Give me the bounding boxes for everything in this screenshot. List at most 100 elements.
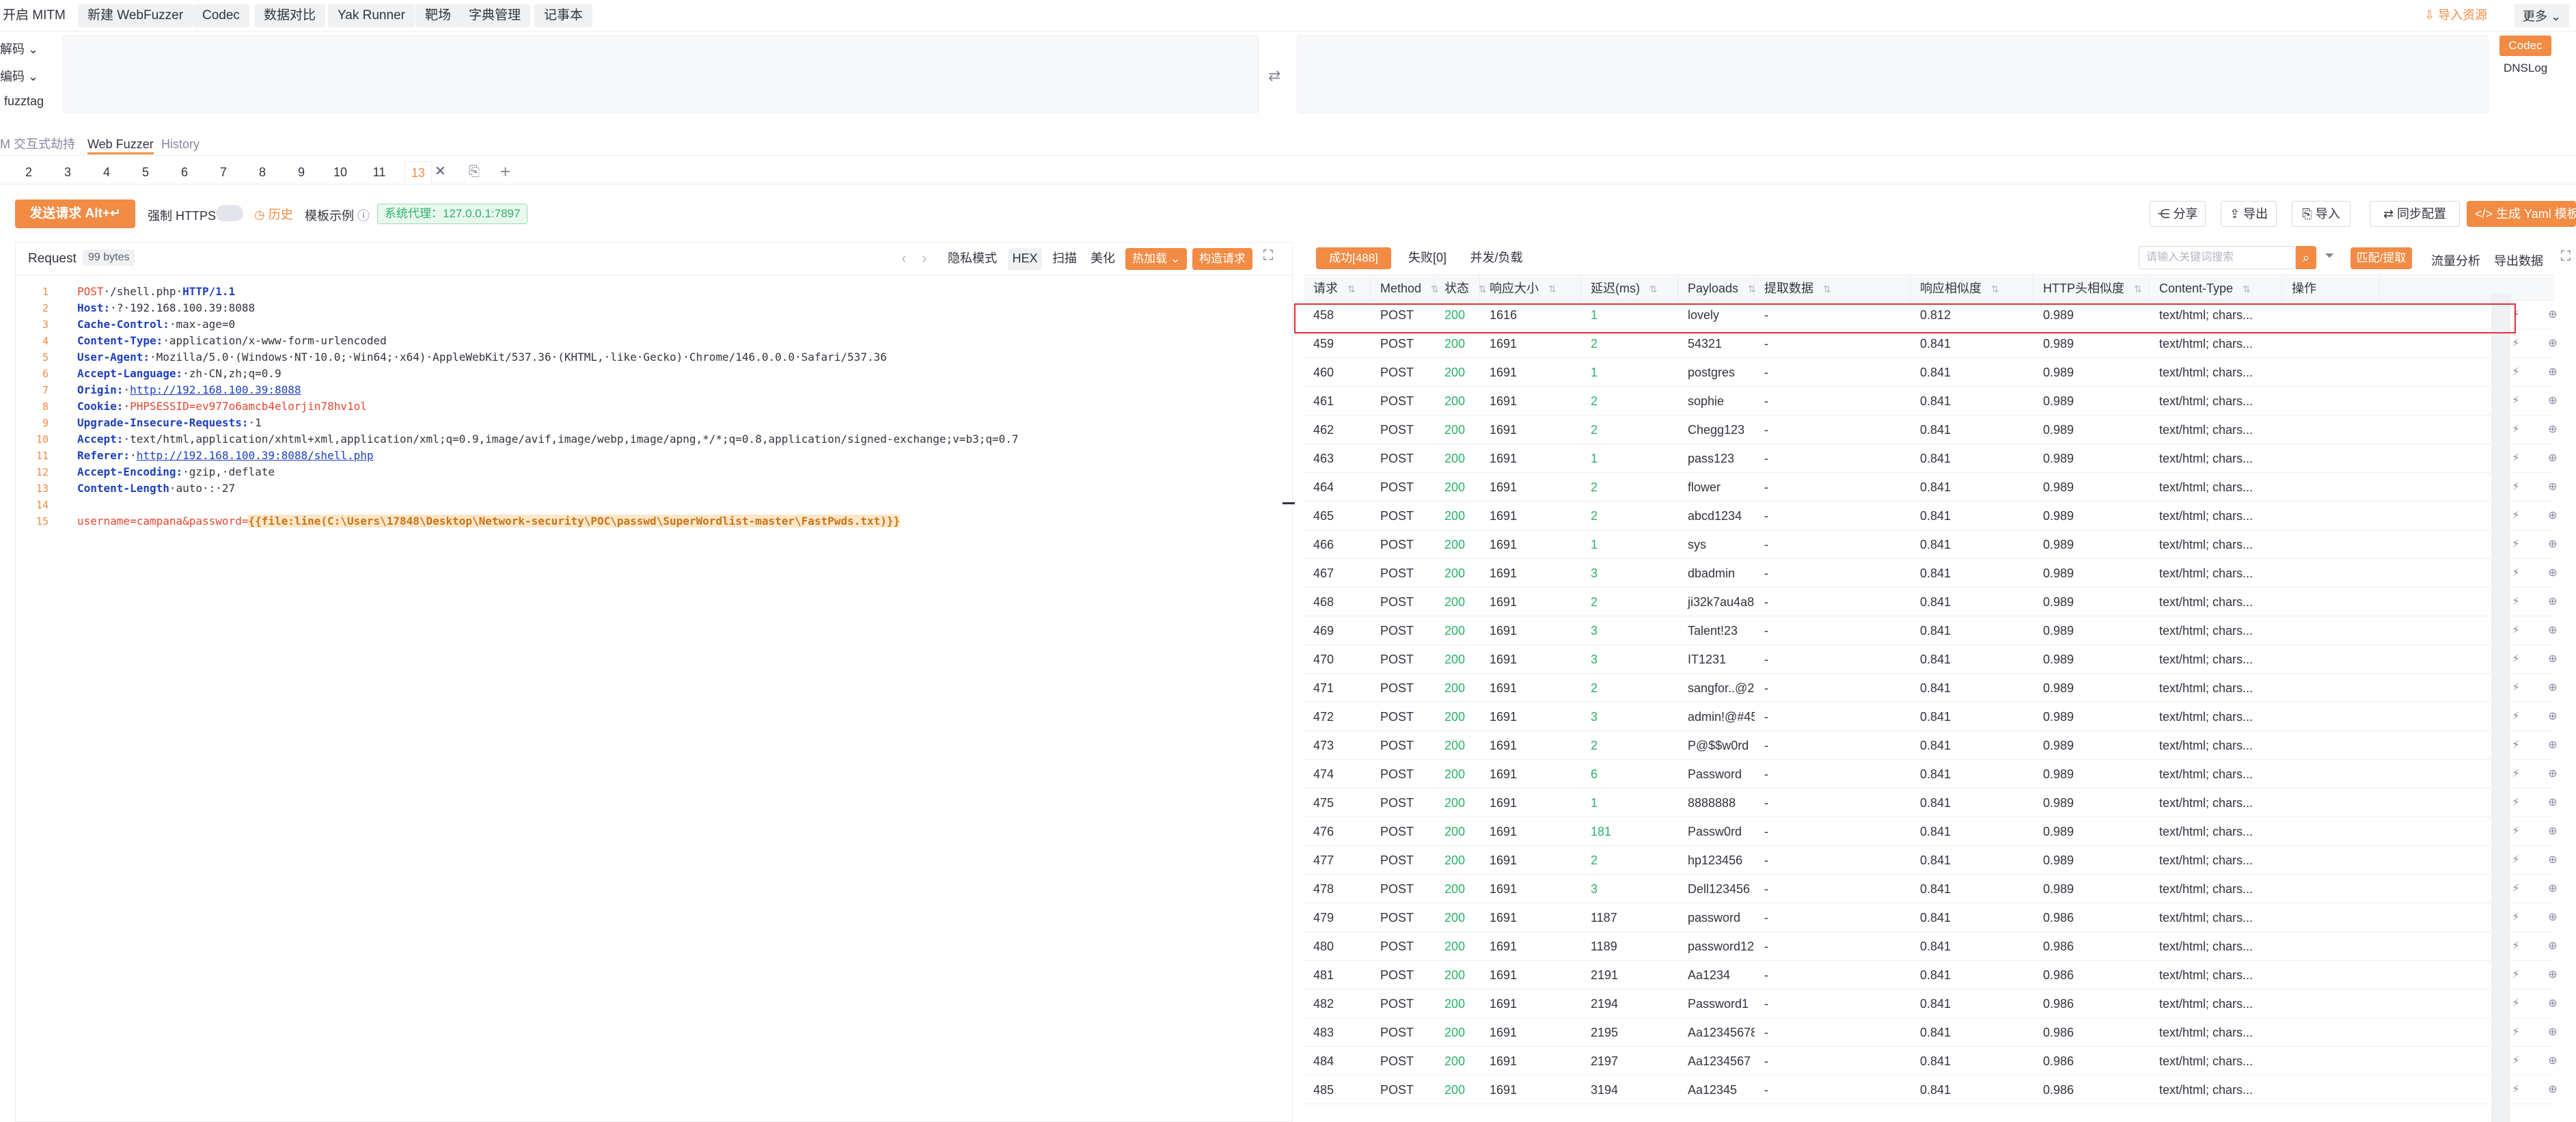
- open-detail-icon[interactable]: ⊕: [2546, 796, 2560, 810]
- fuzz-again-icon[interactable]: ⚡: [2509, 366, 2523, 379]
- table-row[interactable]: 479 POST 200 1691 1187 password - 0.841 0.986 tex…: [1304, 903, 2558, 932]
- fuzztag-button[interactable]: fuzztag: [4, 94, 44, 109]
- codec-side-button[interactable]: Codec: [2499, 36, 2551, 56]
- generate-yaml-button[interactable]: </> 生成 Yaml 模板: [2467, 201, 2576, 227]
- fuzzer-tab-4[interactable]: 4: [93, 161, 120, 183]
- table-row[interactable]: 484 POST 200 1691 2197 Aa1234567- 0.841 0.986 te…: [1304, 1047, 2558, 1076]
- open-detail-icon[interactable]: ⊕: [2546, 710, 2560, 724]
- fuzz-again-icon[interactable]: ⚡: [2509, 882, 2523, 896]
- export-button[interactable]: ⇪ 导出: [2221, 201, 2277, 227]
- table-row[interactable]: 466 POST 200 1691 1 sys - 0.841 0.989 text/html; …: [1304, 530, 2558, 559]
- fuzz-again-icon[interactable]: ⚡: [2509, 509, 2523, 523]
- swap-icon[interactable]: ⇄: [1268, 67, 1280, 85]
- fuzzer-tab-10[interactable]: 10: [327, 161, 354, 183]
- share-button[interactable]: ⋲ 分享: [2150, 201, 2206, 227]
- open-detail-icon[interactable]: ⊕: [2546, 624, 2560, 638]
- more-button[interactable]: 更多 ⌄: [2515, 4, 2570, 27]
- open-detail-icon[interactable]: ⊕: [2546, 997, 2560, 1011]
- top-item-4[interactable]: Yak Runner: [328, 4, 415, 27]
- fuzzer-tab-3[interactable]: 3: [54, 161, 81, 183]
- export-data-button[interactable]: 导出数据: [2494, 251, 2543, 269]
- close-tab-icon[interactable]: ✕: [435, 163, 446, 180]
- table-row[interactable]: 475 POST 200 1691 1 8888888 - 0.841 0.989 text/ht…: [1304, 789, 2558, 817]
- column-header[interactable]: 响应大小 ⇅: [1480, 275, 1581, 301]
- filter-icon[interactable]: ⏷: [2325, 249, 2334, 263]
- fuzz-again-icon[interactable]: ⚡: [2509, 538, 2523, 551]
- fuzz-again-icon[interactable]: ⚡: [2509, 681, 2523, 695]
- fuzz-again-icon[interactable]: ⚡: [2509, 1026, 2523, 1039]
- privacy-mode-button[interactable]: 隐私模式: [942, 248, 1002, 270]
- open-detail-icon[interactable]: ⊕: [2546, 480, 2560, 494]
- table-row[interactable]: 481 POST 200 1691 2191 Aa1234 - 0.841 0.986 text/…: [1304, 961, 2558, 989]
- table-row[interactable]: 482 POST 200 1691 2194 Password1 - 0.841 0.986 te…: [1304, 989, 2558, 1018]
- top-item-3[interactable]: 数据对比: [254, 4, 326, 27]
- column-header[interactable]: Method ⇅: [1371, 275, 1439, 301]
- fuzz-again-icon[interactable]: ⚡: [2509, 452, 2523, 465]
- open-detail-icon[interactable]: ⊕: [2546, 882, 2560, 896]
- table-row[interactable]: 477 POST 200 1691 2 hp123456 - 0.841 0.989 text/h…: [1304, 846, 2558, 875]
- tab-mitm[interactable]: M 交互式劫持: [0, 134, 75, 154]
- open-detail-icon[interactable]: ⊕: [2546, 566, 2560, 580]
- open-detail-icon[interactable]: ⊕: [2546, 538, 2560, 551]
- open-detail-icon[interactable]: ⊕: [2546, 308, 2560, 322]
- hot-load-button[interactable]: 热加载 ⌄: [1125, 248, 1187, 270]
- system-proxy-tag[interactable]: 系统代理：127.0.0.1:7897: [377, 204, 528, 224]
- open-detail-icon[interactable]: ⊕: [2546, 509, 2560, 523]
- fuzz-again-icon[interactable]: ⚡: [2509, 853, 2523, 867]
- dnslog-button[interactable]: DNSLog: [2504, 61, 2547, 75]
- sync-config-button[interactable]: ⇄ 同步配置: [2370, 201, 2460, 227]
- open-detail-icon[interactable]: ⊕: [2546, 394, 2560, 408]
- fail-tab[interactable]: 失败[0]: [1399, 247, 1455, 269]
- encode-select[interactable]: 编码 ⌄: [0, 67, 38, 85]
- open-detail-icon[interactable]: ⊕: [2546, 825, 2560, 838]
- import-resource-button[interactable]: ⇩ 导入资源: [2424, 5, 2487, 23]
- column-header[interactable]: 延迟(ms) ⇅: [1581, 275, 1678, 301]
- search-input[interactable]: 请输入关键词搜索: [2139, 246, 2296, 269]
- hex-button[interactable]: HEX: [1008, 248, 1042, 270]
- fuzz-again-icon[interactable]: ⚡: [2509, 997, 2523, 1011]
- fuzzer-tab-11[interactable]: 11: [366, 161, 393, 183]
- open-detail-icon[interactable]: ⊕: [2546, 968, 2560, 982]
- table-row[interactable]: 473 POST 200 1691 2 P@$$w0rd - 0.841 0.989 text/h…: [1304, 731, 2558, 760]
- fuzz-again-icon[interactable]: ⚡: [2509, 624, 2523, 638]
- next-icon[interactable]: ›: [922, 249, 927, 267]
- sort-icon[interactable]: ⇅: [1647, 284, 1658, 295]
- import-button[interactable]: ⎘ 导入: [2292, 201, 2351, 227]
- fuzz-again-icon[interactable]: ⚡: [2509, 394, 2523, 408]
- open-detail-icon[interactable]: ⊕: [2546, 853, 2560, 867]
- open-detail-icon[interactable]: ⊕: [2546, 940, 2560, 953]
- column-header[interactable]: 请求 ⇅: [1304, 275, 1371, 301]
- table-row[interactable]: 480 POST 200 1691 1189 password123- 0.841 0.986…: [1304, 932, 2558, 961]
- fuzz-again-icon[interactable]: ⚡: [2509, 968, 2523, 982]
- open-detail-icon[interactable]: ⊕: [2546, 1054, 2560, 1068]
- history-button[interactable]: ◷ 历史: [254, 205, 293, 223]
- fuzzer-tab-8[interactable]: 8: [249, 161, 276, 183]
- splitter-handle[interactable]: [1283, 502, 1295, 504]
- table-row[interactable]: 485 POST 200 1691 3194 Aa12345 - 0.841 0.986 text…: [1304, 1076, 2558, 1104]
- fuzzer-tab-9[interactable]: 9: [288, 161, 315, 183]
- table-row[interactable]: 460 POST 200 1691 1 postgres - 0.841 0.989 text/h…: [1304, 358, 2558, 387]
- column-header[interactable]: Content-Type ⇅: [2150, 275, 2282, 301]
- fuzzer-tab-13[interactable]: 13: [405, 161, 432, 183]
- prev-icon[interactable]: ‹: [901, 249, 906, 267]
- codec-input[interactable]: [63, 36, 1259, 113]
- open-detail-icon[interactable]: ⊕: [2546, 1083, 2560, 1097]
- table-row[interactable]: 469 POST 200 1691 3 Talent!23 - 0.841 0.989 text/…: [1304, 616, 2558, 645]
- decode-select[interactable]: 解码 ⌄: [0, 40, 38, 57]
- table-row[interactable]: 471 POST 200 1691 2 sangfor..@2020- 0.841 0.989…: [1304, 674, 2558, 702]
- fuzz-again-icon[interactable]: ⚡: [2509, 480, 2523, 494]
- fuzz-again-icon[interactable]: ⚡: [2509, 1054, 2523, 1068]
- fuzz-again-icon[interactable]: ⚡: [2509, 710, 2523, 724]
- open-detail-icon[interactable]: ⊕: [2546, 595, 2560, 609]
- table-row[interactable]: 483 POST 200 1691 2195 Aa12345678- 0.841 0.986 t…: [1304, 1018, 2558, 1047]
- scan-button[interactable]: 扫描: [1047, 248, 1082, 270]
- fuzz-again-icon[interactable]: ⚡: [2509, 337, 2523, 351]
- sort-icon[interactable]: ⇅: [2240, 284, 2251, 295]
- open-detail-icon[interactable]: ⊕: [2546, 366, 2560, 379]
- fuzz-again-icon[interactable]: ⚡: [2509, 653, 2523, 666]
- open-detail-icon[interactable]: ⊕: [2546, 767, 2560, 781]
- tab-web-fuzzer[interactable]: Web Fuzzer: [87, 134, 154, 154]
- open-detail-icon[interactable]: ⊕: [2546, 739, 2560, 752]
- force-https-toggle[interactable]: [216, 205, 243, 221]
- fuzz-again-icon[interactable]: ⚡: [2509, 825, 2523, 838]
